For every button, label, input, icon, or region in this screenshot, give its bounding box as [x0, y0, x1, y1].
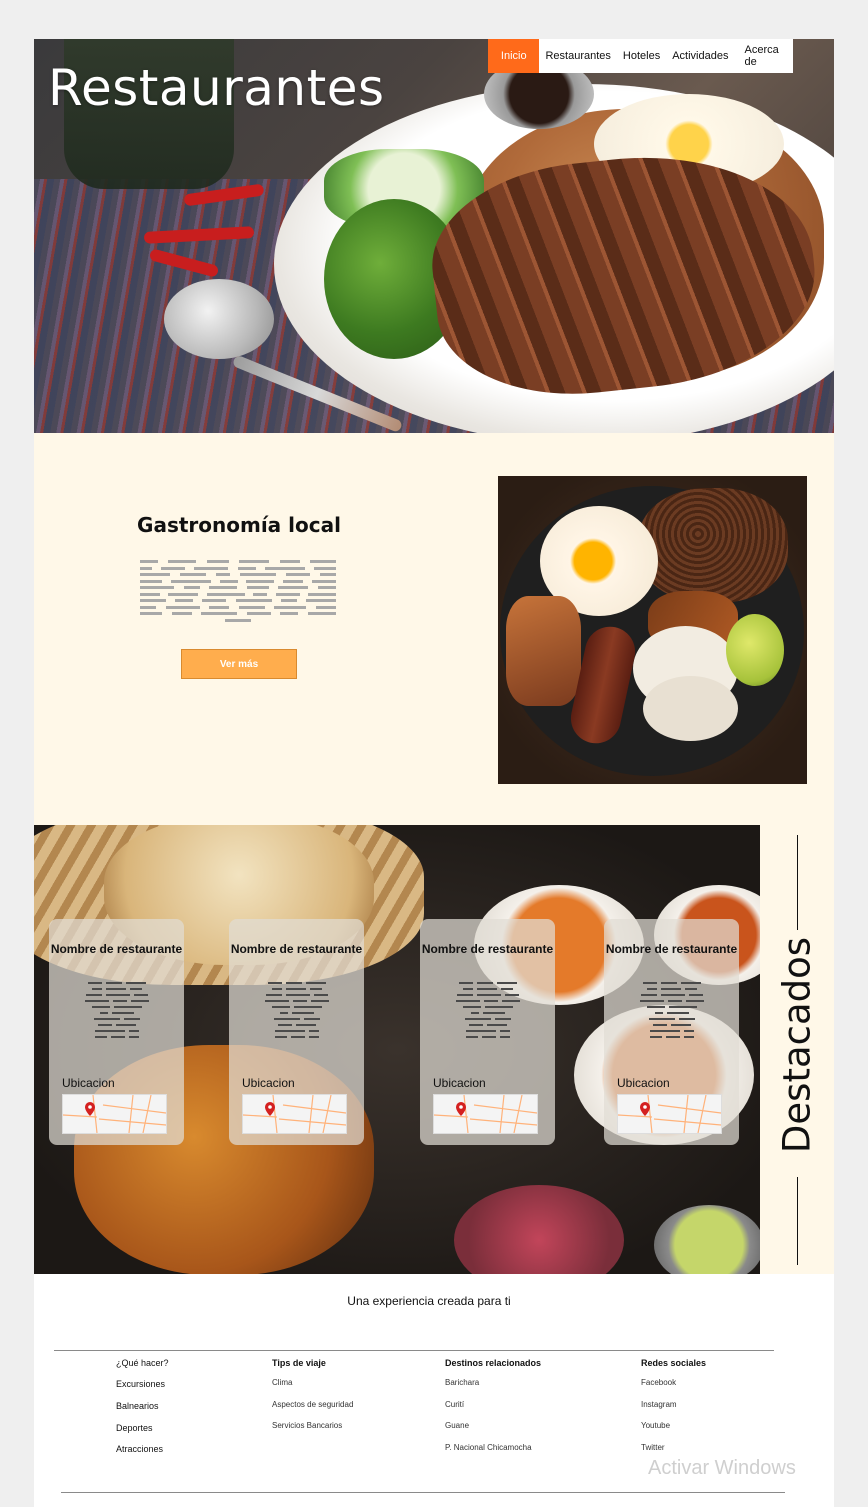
restaurant-card[interactable]: Nombre de restaurante Ubicacion: [420, 919, 555, 1145]
hero-banner: Restaurantes Inicio Restaurantes Hoteles…: [34, 39, 834, 433]
nav-actividades[interactable]: Actividades: [666, 39, 734, 73]
restaurant-card[interactable]: Nombre de restaurante Ubicacion: [49, 919, 184, 1145]
footer-divider: [54, 1350, 774, 1351]
footer-column-redes: Redes sociales Facebook Instagram Youtub…: [641, 1358, 707, 1452]
nav-inicio[interactable]: Inicio: [488, 39, 540, 73]
nav-acerca-de[interactable]: Acerca de: [734, 39, 793, 73]
restaurant-placeholder-text: [257, 982, 337, 1042]
restaurant-placeholder-text: [448, 982, 528, 1042]
photo-arepa: [643, 676, 738, 741]
divider-line: [797, 835, 798, 930]
restaurant-card[interactable]: Nombre de restaurante Ubicacion: [604, 919, 739, 1145]
map-pin-icon: [243, 1095, 346, 1133]
map-pin-icon: [434, 1095, 537, 1133]
location-map[interactable]: [617, 1094, 722, 1134]
restaurant-placeholder-text: [77, 982, 157, 1042]
footer-link[interactable]: Aspectos de seguridad: [272, 1400, 353, 1409]
location-map[interactable]: [62, 1094, 167, 1134]
photo-sauce-bowl: [654, 1205, 760, 1274]
footer-link-facebook[interactable]: Facebook: [641, 1378, 676, 1387]
windows-activation-watermark: Activar Windows: [648, 1457, 796, 1479]
map-pin-icon: [63, 1095, 166, 1133]
restaurant-name: Nombre de restaurante: [421, 942, 554, 956]
hero-spoon: [164, 279, 274, 359]
footer-link-youtube[interactable]: Youtube: [641, 1421, 670, 1430]
footer-link[interactable]: Deportes: [116, 1423, 153, 1433]
footer-link[interactable]: Servicios Bancarios: [272, 1421, 342, 1430]
restaurant-card[interactable]: Nombre de restaurante Ubicacion: [229, 919, 364, 1145]
map-pin-icon: [618, 1095, 721, 1133]
restaurant-name: Nombre de restaurante: [50, 942, 183, 956]
footer-link[interactable]: Atracciones: [116, 1444, 163, 1454]
footer-heading: Tips de viaje: [272, 1358, 326, 1368]
location-label: Ubicacion: [242, 1076, 295, 1090]
photo-chicharron: [506, 596, 581, 706]
restaurant-name: Nombre de restaurante: [230, 942, 363, 956]
restaurant-placeholder-text: [632, 982, 712, 1042]
destacados-background-image: Nombre de restaurante Ubicacion Nombre d…: [34, 825, 760, 1274]
footer-link[interactable]: Balnearios: [116, 1401, 159, 1411]
page: Restaurantes Inicio Restaurantes Hoteles…: [34, 39, 834, 1507]
destacados-section: Nombre de restaurante Ubicacion Nombre d…: [34, 825, 834, 1274]
restaurant-name: Nombre de restaurante: [605, 942, 738, 956]
divider-line: [797, 1177, 798, 1265]
footer-link[interactable]: Barichara: [445, 1378, 479, 1387]
location-label: Ubicacion: [617, 1076, 670, 1090]
nav-restaurantes[interactable]: Restaurantes: [539, 39, 616, 73]
footer-link-instagram[interactable]: Instagram: [641, 1400, 677, 1409]
footer-column-que-hacer: ¿Qué hacer? Excursiones Balnearios Depor…: [116, 1358, 169, 1454]
location-label: Ubicacion: [62, 1076, 115, 1090]
footer-link[interactable]: Excursiones: [116, 1379, 165, 1389]
footer-column-tips: Tips de viaje Clima Aspectos de segurida…: [272, 1358, 353, 1430]
bandeja-paisa-image: [498, 476, 807, 784]
ver-mas-button[interactable]: Ver más: [181, 649, 297, 679]
photo-lettuce: [454, 1185, 624, 1274]
location-map[interactable]: [433, 1094, 538, 1134]
main-nav: Inicio Restaurantes Hoteles Actividades …: [488, 39, 793, 73]
footer-column-destinos: Destinos relacionados Barichara Curití G…: [445, 1358, 542, 1452]
footer-link[interactable]: Curití: [445, 1400, 464, 1409]
footer-link[interactable]: Clima: [272, 1378, 292, 1387]
gastronomia-title: Gastronomía local: [137, 513, 341, 537]
footer-divider: [61, 1492, 785, 1493]
footer-heading: ¿Qué hacer?: [116, 1358, 169, 1368]
footer-tagline: Una experiencia creada para ti: [347, 1294, 511, 1308]
destacados-sidebar: Destacados: [760, 825, 834, 1274]
location-label: Ubicacion: [433, 1076, 486, 1090]
gastronomia-placeholder-text: [140, 560, 336, 625]
gastronomia-section: Gastronomía local Ver más: [34, 433, 834, 825]
footer-heading: Redes sociales: [641, 1358, 707, 1368]
footer-link[interactable]: P. Nacional Chicamocha: [445, 1443, 532, 1452]
nav-hoteles[interactable]: Hoteles: [617, 39, 666, 73]
photo-avocado: [726, 614, 784, 686]
page-title: Restaurantes: [48, 59, 385, 117]
destacados-title: Destacados: [775, 936, 819, 1154]
footer-heading: Destinos relacionados: [445, 1358, 542, 1368]
photo-ground-beef: [638, 488, 788, 603]
footer-link-twitter[interactable]: Twitter: [641, 1443, 665, 1452]
footer-link[interactable]: Guane: [445, 1421, 469, 1430]
location-map[interactable]: [242, 1094, 347, 1134]
